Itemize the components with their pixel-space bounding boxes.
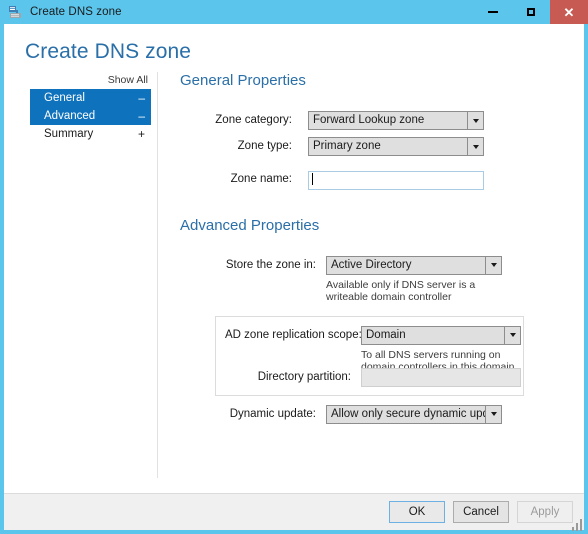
chevron-down-icon[interactable]: [485, 405, 501, 423]
directory-partition-input[interactable]: [361, 367, 521, 387]
maximize-icon: [527, 8, 535, 16]
dynamic-update-row: Dynamic update: Allow only secure dynami…: [180, 404, 580, 424]
zone-category-value: Forward Lookup zone: [313, 114, 425, 126]
page-title: Create DNS zone: [25, 40, 192, 63]
nav-item-general[interactable]: General –: [30, 89, 151, 107]
minimize-icon: [488, 11, 498, 13]
close-button[interactable]: ✕: [550, 0, 588, 24]
minimize-button[interactable]: [474, 0, 512, 24]
dynamic-update-label: Dynamic update:: [229, 407, 316, 420]
store-zone-in-select[interactable]: Active Directory: [326, 255, 502, 275]
nav-item-label: Advanced: [44, 110, 96, 122]
zone-name-label: Zone name:: [230, 173, 292, 185]
wizard-navigation: Show All General – Advanced – Summary +: [30, 74, 151, 143]
apply-button[interactable]: Apply: [517, 501, 573, 523]
zone-type-value: Primary zone: [313, 140, 381, 152]
zone-type-select[interactable]: Primary zone: [308, 137, 484, 156]
store-zone-in-row: Store the zone in: Active Directory Avai…: [180, 255, 580, 303]
chevron-down-icon[interactable]: [467, 112, 483, 129]
window-controls: ✕: [474, 0, 588, 24]
show-all-link[interactable]: Show All: [30, 74, 151, 89]
ad-replication-scope-value: Domain: [366, 328, 406, 341]
cancel-button[interactable]: Cancel: [453, 501, 509, 523]
ad-replication-scope-label: AD zone replication scope:: [225, 328, 362, 341]
zone-category-select[interactable]: Forward Lookup zone: [308, 111, 484, 130]
advanced-properties-heading: Advanced Properties: [180, 216, 320, 234]
create-dns-zone-window: Create DNS zone ✕ Create DNS zone Show A…: [0, 0, 588, 534]
chevron-down-icon[interactable]: [504, 326, 520, 344]
collapse-icon[interactable]: –: [138, 110, 145, 122]
properties-panel: General Properties Zone category: Forwar…: [180, 72, 580, 424]
store-zone-in-value: Active Directory: [331, 258, 412, 271]
collapse-icon[interactable]: –: [138, 92, 145, 104]
zone-category-row: Zone category: Forward Lookup zone: [180, 111, 580, 130]
window-title: Create DNS zone: [30, 6, 122, 18]
zone-type-row: Zone type: Primary zone: [180, 137, 580, 156]
dialog-client-area: Create DNS zone Show All General – Advan…: [4, 24, 584, 530]
panel-divider: [157, 72, 158, 478]
close-icon: ✕: [563, 4, 575, 20]
directory-partition-row: Directory partition:: [225, 367, 521, 387]
chevron-down-icon[interactable]: [485, 256, 501, 274]
dynamic-update-select[interactable]: Allow only secure dynamic updates (rec: [326, 404, 502, 424]
directory-partition-label: Directory partition:: [257, 370, 351, 383]
dialog-footer: OK Cancel Apply: [4, 493, 584, 530]
nav-item-advanced[interactable]: Advanced –: [30, 107, 151, 125]
store-zone-in-label: Store the zone in:: [225, 258, 316, 271]
zone-name-input[interactable]: [308, 170, 484, 190]
ad-replication-scope-select[interactable]: Domain: [361, 325, 521, 345]
nav-item-summary[interactable]: Summary +: [30, 125, 151, 143]
title-bar[interactable]: Create DNS zone ✕: [0, 0, 588, 24]
resize-grip[interactable]: [572, 519, 584, 531]
store-zone-in-hint: Available only if DNS server is a writea…: [326, 278, 476, 303]
maximize-button[interactable]: [512, 0, 550, 24]
nav-item-label: Summary: [44, 128, 94, 140]
dns-zone-icon: [7, 4, 23, 20]
zone-type-label: Zone type:: [237, 140, 292, 152]
ok-button[interactable]: OK: [389, 501, 445, 523]
zone-category-label: Zone category:: [215, 114, 292, 126]
dynamic-update-value: Allow only secure dynamic updates (rec: [331, 407, 485, 420]
ad-replication-scope-row: AD zone replication scope: Domain To all…: [225, 325, 521, 373]
general-properties-heading: General Properties: [180, 72, 306, 89]
zone-name-row: Zone name:: [180, 170, 580, 190]
chevron-down-icon[interactable]: [467, 138, 483, 155]
nav-item-label: General: [44, 92, 85, 104]
expand-icon[interactable]: +: [138, 128, 145, 140]
text-caret: [312, 173, 313, 185]
